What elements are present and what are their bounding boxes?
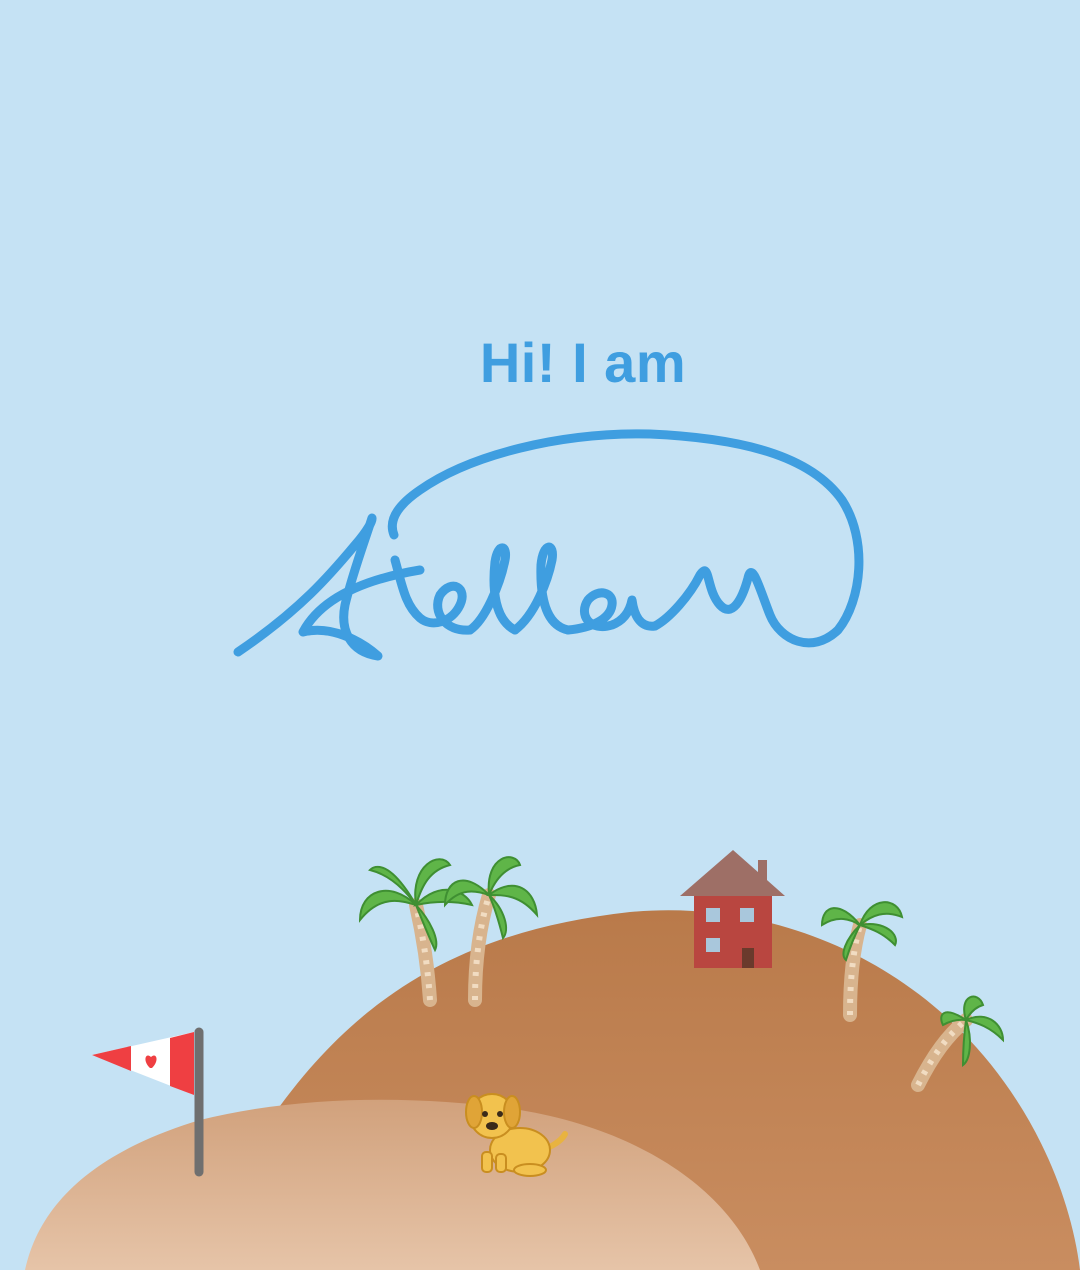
house-icon (680, 850, 785, 968)
landing-page: Hi! I am (0, 0, 1080, 1270)
island-scene (25, 850, 1080, 1270)
